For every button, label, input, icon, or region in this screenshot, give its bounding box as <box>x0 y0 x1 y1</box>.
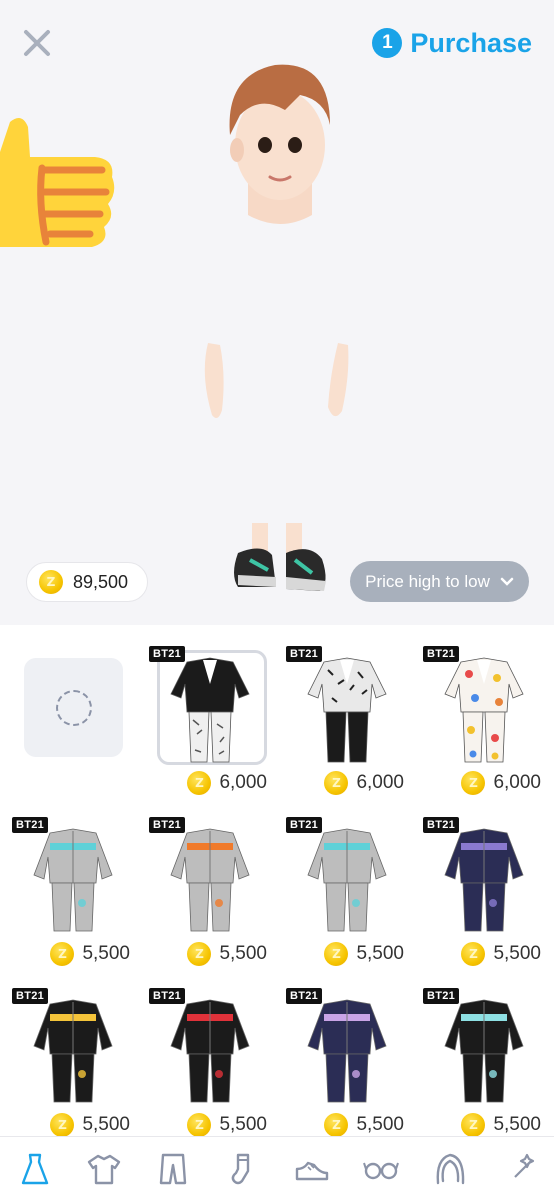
brand-badge: BT21 <box>423 817 460 833</box>
tshirt-icon <box>87 1154 121 1184</box>
socks-icon <box>232 1153 250 1184</box>
purchase-button[interactable]: 1 Purchase <box>372 24 532 62</box>
outfit-image <box>170 828 250 932</box>
coin-icon: Z <box>461 1113 486 1137</box>
empty-circle-icon <box>56 690 92 726</box>
tab-sparkle[interactable] <box>485 1137 554 1200</box>
price-value: 5,500 <box>219 1114 267 1135</box>
no-outfit-option[interactable] <box>0 630 136 800</box>
avatar-preview: 1 Purchase Z 89,500 Price high to low <box>0 0 554 625</box>
price-value: 5,500 <box>219 943 267 964</box>
coin-icon: Z <box>461 771 486 795</box>
outfit-image <box>170 657 250 763</box>
brand-badge: BT21 <box>286 988 323 1004</box>
pants-icon <box>159 1153 187 1184</box>
outfit-item[interactable]: BT21 Z 5,500 <box>0 801 136 971</box>
price-value: 5,500 <box>356 943 404 964</box>
brand-badge: BT21 <box>149 646 186 662</box>
sort-dropdown[interactable]: Price high to low <box>350 561 529 602</box>
brand-badge: BT21 <box>149 988 186 1004</box>
brand-badge: BT21 <box>286 817 323 833</box>
outfit-item[interactable]: BT21 Z 6,000 <box>137 630 273 800</box>
close-icon[interactable] <box>18 24 56 62</box>
outfit-image <box>33 999 113 1103</box>
coin-icon: Z <box>39 570 63 594</box>
outfit-image <box>444 657 524 763</box>
coin-balance[interactable]: Z 89,500 <box>26 562 148 602</box>
price-value: 6,000 <box>356 772 404 793</box>
item-price: Z 5,500 <box>137 942 273 966</box>
item-price: Z 5,500 <box>411 942 547 966</box>
thumbs-up-icon <box>0 118 115 247</box>
item-price: Z 5,500 <box>0 942 136 966</box>
outfit-item[interactable]: BT21 Z 6,000 <box>411 630 547 800</box>
shoe-icon <box>295 1161 328 1180</box>
sparkle-icon <box>514 1153 535 1178</box>
price-value: 6,000 <box>219 772 267 793</box>
outfit-item[interactable]: BT21 Z 5,500 <box>137 801 273 971</box>
item-price: Z 6,000 <box>274 771 410 795</box>
item-price: Z 5,500 <box>0 1113 136 1137</box>
outfit-image <box>444 999 524 1103</box>
price-value: 5,500 <box>356 1114 404 1135</box>
item-price: Z 5,500 <box>274 942 410 966</box>
price-value: 5,500 <box>82 1114 130 1135</box>
outfit-item[interactable]: BT21 Z 5,500 <box>0 972 136 1142</box>
brand-badge: BT21 <box>423 646 460 662</box>
outfit-item[interactable]: BT21 Z 6,000 <box>274 630 410 800</box>
outfit-image <box>170 999 250 1103</box>
glasses-icon <box>362 1162 399 1179</box>
coin-icon: Z <box>324 771 349 795</box>
outfit-item[interactable]: BT21 Z 5,500 <box>137 972 273 1142</box>
brand-badge: BT21 <box>12 817 49 833</box>
tab-dress[interactable] <box>0 1137 69 1200</box>
item-price: Z 6,000 <box>411 771 547 795</box>
outfit-image <box>444 828 524 932</box>
price-value: 5,500 <box>493 1114 541 1135</box>
tab-glasses[interactable] <box>346 1137 415 1200</box>
price-value: 5,500 <box>82 943 130 964</box>
coin-icon: Z <box>50 1113 75 1137</box>
tab-hair[interactable] <box>416 1137 485 1200</box>
brand-badge: BT21 <box>423 988 460 1004</box>
purchase-label: Purchase <box>410 27 532 58</box>
avatar-figure <box>204 64 349 591</box>
coin-icon: Z <box>187 771 212 795</box>
outfit-image <box>307 828 387 932</box>
outfit-item[interactable]: BT21 Z 5,500 <box>411 972 547 1142</box>
none-option-box <box>24 658 123 757</box>
sort-label: Price high to low <box>365 571 490 591</box>
item-price: Z 5,500 <box>274 1113 410 1137</box>
brand-badge: BT21 <box>149 817 186 833</box>
hair-icon <box>436 1153 465 1184</box>
outfit-item[interactable]: BT21 Z 5,500 <box>274 972 410 1142</box>
item-price: Z 5,500 <box>137 1113 273 1137</box>
category-tab-bar <box>0 1136 554 1200</box>
tab-tshirt[interactable] <box>69 1137 138 1200</box>
outfit-item[interactable]: BT21 Z 5,500 <box>411 801 547 971</box>
coin-icon: Z <box>187 1113 212 1137</box>
outfit-image <box>307 657 387 763</box>
outfit-image <box>307 999 387 1103</box>
tab-pants[interactable] <box>139 1137 208 1200</box>
tab-shoe[interactable] <box>277 1137 346 1200</box>
coin-icon: Z <box>50 942 75 966</box>
price-value: 6,000 <box>493 772 541 793</box>
chevron-down-icon <box>500 577 514 586</box>
purchase-count-badge: 1 <box>372 28 403 58</box>
coin-icon: Z <box>324 1113 349 1137</box>
coin-icon: Z <box>324 942 349 966</box>
brand-badge: BT21 <box>286 646 323 662</box>
item-price: Z 6,000 <box>137 771 273 795</box>
price-value: 5,500 <box>493 943 541 964</box>
brand-badge: BT21 <box>12 988 49 1004</box>
tab-socks[interactable] <box>208 1137 277 1200</box>
outfit-item[interactable]: BT21 Z 5,500 <box>274 801 410 971</box>
coin-balance-value: 89,500 <box>73 571 129 592</box>
coin-icon: Z <box>187 942 212 966</box>
item-price: Z 5,500 <box>411 1113 547 1137</box>
coin-icon: Z <box>461 942 486 966</box>
outfit-image <box>33 828 113 932</box>
dress-icon <box>21 1153 48 1184</box>
